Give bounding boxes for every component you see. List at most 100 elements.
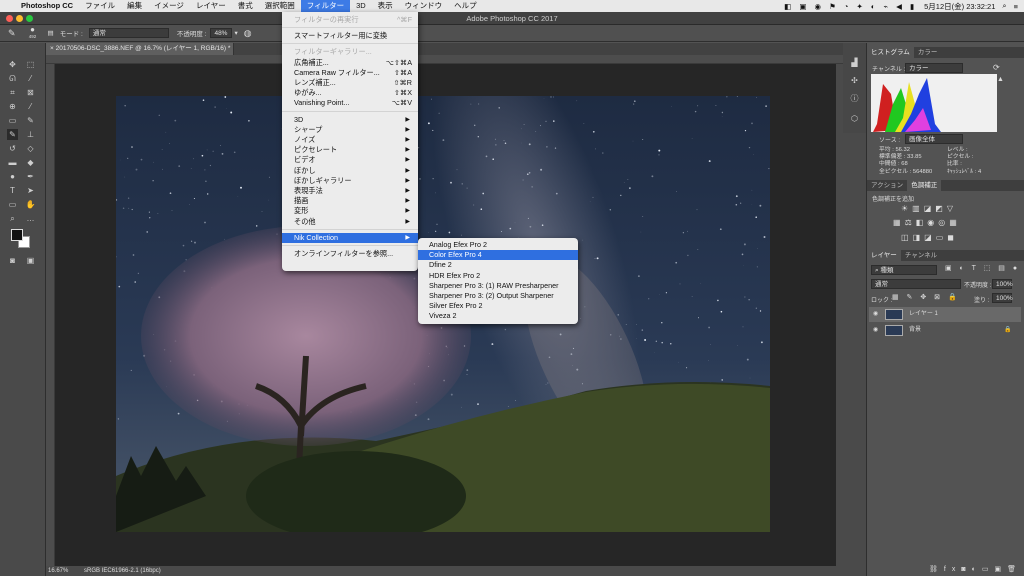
new-adjustment-icon[interactable]: ◐: [972, 566, 982, 573]
filter-menu-item[interactable]: オンラインフィルターを参照...: [282, 249, 418, 259]
navigator-icon[interactable]: ✣: [849, 75, 860, 86]
source-select[interactable]: 画像全体: [905, 134, 963, 144]
gradient-map-icon[interactable]: ▭: [936, 233, 948, 242]
lasso-tool-icon[interactable]: ᘏ: [7, 73, 18, 84]
gradient-tool-icon[interactable]: ▬: [7, 157, 18, 168]
close-tab-icon[interactable]: ×: [50, 45, 54, 52]
filter-menu-item[interactable]: 広角補正... ⌥⇧⌘A: [282, 58, 418, 68]
menu-image[interactable]: イメージ: [148, 0, 190, 12]
tab-channels[interactable]: チャンネル: [901, 250, 941, 261]
brush-preset-picker[interactable]: ● 492: [26, 26, 40, 40]
eraser-tool-icon[interactable]: ◇: [25, 143, 36, 154]
filter-menu-item[interactable]: Camera Raw フィルター... ⇧⌘A: [282, 68, 418, 78]
search-icon[interactable]: ⌕: [1002, 1, 1006, 11]
brush-tool-icon[interactable]: ✎: [7, 129, 18, 140]
artboard-tool-icon[interactable]: ⬚: [25, 59, 36, 70]
patch-tool-icon[interactable]: ▭: [7, 115, 18, 126]
layer-opacity-input[interactable]: 100%: [992, 279, 1013, 289]
info-icon[interactable]: ⓘ: [849, 93, 860, 104]
horizontal-ruler[interactable]: [46, 55, 866, 64]
rectangle-tool-icon[interactable]: ▭: [7, 199, 18, 210]
refresh-icon[interactable]: ⟳: [993, 63, 1000, 72]
filter-menu-item[interactable]: 表現手法 ▶: [282, 186, 418, 196]
menu-3d[interactable]: 3D: [350, 0, 372, 12]
add-mask-icon[interactable]: ◙: [961, 566, 971, 573]
layer-thumbnail[interactable]: [885, 309, 903, 320]
healing-brush-tool-icon[interactable]: ⊕: [7, 101, 18, 112]
hand-tool-icon[interactable]: ✋: [25, 199, 36, 210]
exposure-icon[interactable]: ◩: [935, 204, 947, 213]
brightness-icon[interactable]: ☀: [901, 204, 912, 213]
filter-menu-item[interactable]: 3D ▶: [282, 115, 418, 125]
menu-file[interactable]: ファイル: [79, 0, 121, 12]
filter-menu-item[interactable]: ぼかし ▶: [282, 166, 418, 176]
menu-view[interactable]: 表示: [372, 0, 399, 12]
new-group-icon[interactable]: ▭: [982, 566, 995, 573]
filter-menu-item[interactable]: ピクセレート ▶: [282, 145, 418, 155]
brush-tool-icon[interactable]: ✎: [8, 28, 16, 39]
pen-tool-icon[interactable]: ✒: [25, 171, 36, 182]
blend-mode-select[interactable]: 通常: [871, 279, 961, 289]
menu-window[interactable]: ウィンドウ: [399, 0, 449, 12]
nik-submenu-item[interactable]: Viveza 2: [418, 311, 578, 321]
document-profile[interactable]: sRGB IEC61966-2.1 (16bpc): [84, 568, 161, 574]
black-white-icon[interactable]: ◧: [916, 218, 928, 227]
frame-tool-icon[interactable]: ⊠: [25, 87, 36, 98]
pressure-opacity-icon[interactable]: ◍: [244, 28, 252, 39]
channel-select[interactable]: カラー: [905, 63, 963, 73]
nik-submenu-item[interactable]: HDR Efex Pro 2: [418, 271, 578, 281]
nik-submenu-item[interactable]: Dfine 2: [418, 260, 578, 270]
posterize-icon[interactable]: ◨: [913, 233, 925, 242]
vertical-ruler[interactable]: [46, 64, 55, 566]
menu-type[interactable]: 書式: [232, 0, 259, 12]
menu-filter[interactable]: フィルター: [300, 0, 351, 12]
brush-panel-toggle-icon[interactable]: ▤: [48, 29, 54, 37]
nik-submenu-item[interactable]: Sharpener Pro 3: (2) Output Sharpener: [418, 291, 578, 301]
hue-saturation-icon[interactable]: ▦: [893, 218, 905, 227]
nik-submenu-item[interactable]: Sharpener Pro 3: (1) RAW Presharpener: [418, 281, 578, 291]
fx-icon[interactable]: fx: [944, 566, 961, 573]
layer-thumbnail[interactable]: [885, 325, 903, 336]
close-window-button[interactable]: [6, 15, 13, 22]
zoom-level[interactable]: 16.67%: [48, 568, 68, 574]
layer-name[interactable]: レイヤー 1: [909, 307, 938, 322]
path-selection-tool-icon[interactable]: ➤: [25, 185, 36, 196]
magic-wand-tool-icon[interactable]: ⁄: [25, 73, 36, 84]
filter-menu-item[interactable]: Nik Collection ▶: [282, 232, 418, 243]
levels-icon[interactable]: ▥: [912, 204, 924, 213]
visibility-eye-icon[interactable]: ◉: [873, 323, 878, 338]
curves-icon[interactable]: ◪: [924, 204, 936, 213]
color-balance-icon[interactable]: ⚖: [905, 218, 916, 227]
tab-layers[interactable]: レイヤー: [867, 250, 901, 261]
opacity-input[interactable]: 48%: [210, 28, 233, 38]
mode-select[interactable]: 通常: [88, 28, 169, 38]
apple-menu-icon[interactable]: [0, 0, 15, 12]
menu-app[interactable]: Photoshop CC: [15, 0, 79, 12]
tab-adjustments[interactable]: 色調補正: [907, 180, 942, 191]
clone-stamp-tool-icon[interactable]: ⊥: [25, 129, 36, 140]
new-layer-icon[interactable]: ▣: [994, 566, 1007, 573]
eyedropper-tool-icon[interactable]: ⁄: [25, 101, 36, 112]
filter-menu-item[interactable]: ノイズ ▶: [282, 135, 418, 145]
filter-menu-item[interactable]: 描画 ▶: [282, 196, 418, 206]
filter-menu-item[interactable]: Vanishing Point... ⌥⌘V: [282, 98, 418, 108]
dodge-tool-icon[interactable]: ●: [7, 171, 18, 182]
menu-help[interactable]: ヘルプ: [448, 0, 483, 12]
edit-toolbar-icon[interactable]: …: [25, 213, 36, 224]
nik-submenu-item[interactable]: Silver Efex Pro 2: [418, 301, 578, 311]
invert-icon[interactable]: ◫: [901, 233, 913, 242]
zoom-tool-icon[interactable]: ⌕: [7, 213, 18, 224]
filter-menu-item[interactable]: ぼかしギャラリー ▶: [282, 176, 418, 186]
visibility-eye-icon[interactable]: ◉: [873, 307, 878, 322]
type-tool-icon[interactable]: T: [7, 185, 18, 196]
histogram-icon[interactable]: ▟: [849, 57, 860, 68]
3d-icon[interactable]: ⬡: [849, 113, 860, 124]
history-brush-tool-icon[interactable]: ↺: [7, 143, 18, 154]
status-icons[interactable]: ◧ ▣ ◉ ⚑ ◔ ✦ ◐ ⌁ ◀ ▮: [784, 2, 917, 11]
move-tool-icon[interactable]: ✥: [7, 59, 18, 70]
tab-histogram[interactable]: ヒストグラム: [867, 47, 914, 58]
quick-mask-icon[interactable]: ◙: [7, 255, 18, 266]
delete-layer-icon[interactable]: 🗑: [1007, 566, 1022, 573]
menu-select[interactable]: 選択範囲: [259, 0, 301, 12]
filter-menu-item[interactable]: スマートフィルター用に変換: [282, 31, 418, 41]
